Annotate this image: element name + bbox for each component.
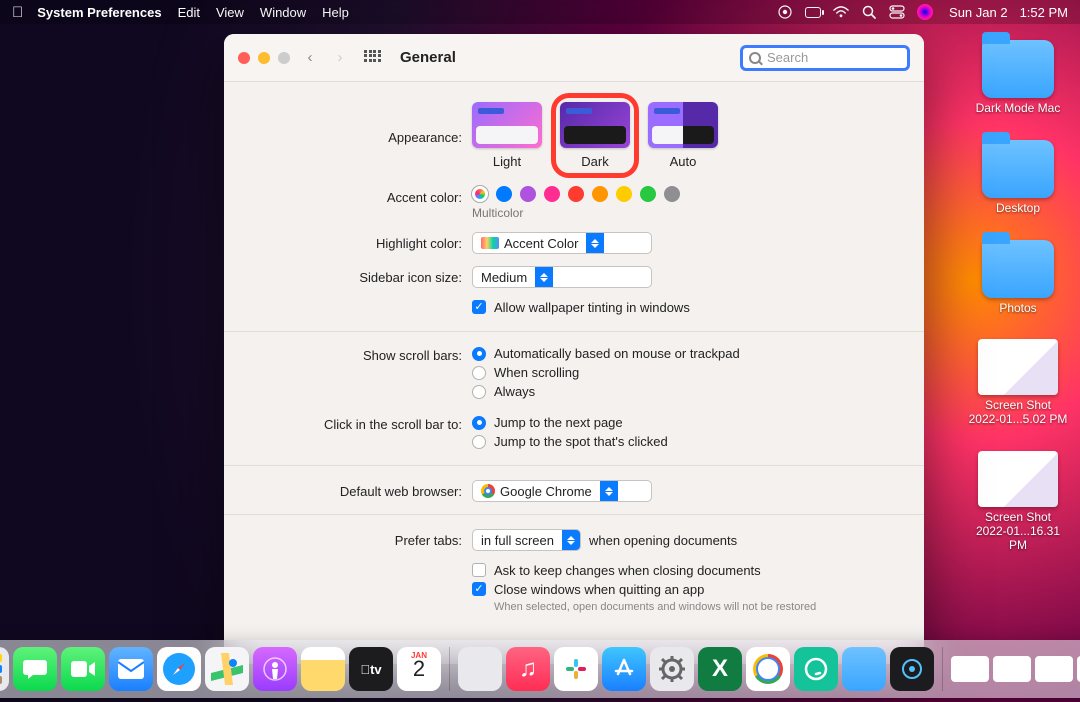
apple-menu[interactable]:  xyxy=(12,4,23,21)
ask-keep-checkbox[interactable]: Ask to keep changes when closing documen… xyxy=(472,563,906,578)
click-scrollbar-label: Click in the scroll bar to: xyxy=(242,415,472,432)
browser-select[interactable]: Google Chrome xyxy=(472,480,652,502)
dock-minimized-window[interactable] xyxy=(993,656,1031,682)
menu-window[interactable]: Window xyxy=(260,5,306,20)
tabs-select[interactable]: in full screen xyxy=(472,529,581,551)
click-next-page[interactable]: Jump to the next page xyxy=(472,415,906,430)
dock-safari[interactable] xyxy=(157,647,201,691)
desktop-folder[interactable]: Desktop xyxy=(968,140,1068,216)
menubar:  System Preferences Edit View Window He… xyxy=(0,0,1080,24)
dock-music[interactable]: ♫ xyxy=(506,647,550,691)
dock-notes[interactable] xyxy=(301,647,345,691)
dock-maps[interactable] xyxy=(205,647,249,691)
accent-caption: Multicolor xyxy=(472,206,906,220)
screen-record-icon[interactable] xyxy=(777,4,793,20)
scrollbars-label: Show scroll bars: xyxy=(242,346,472,363)
accent-purple[interactable] xyxy=(520,186,536,202)
accent-yellow[interactable] xyxy=(616,186,632,202)
accent-multicolor[interactable] xyxy=(472,186,488,202)
highlight-select[interactable]: Accent Color xyxy=(472,232,652,254)
accent-pink[interactable] xyxy=(544,186,560,202)
appearance-dark-highlight: Dark xyxy=(551,93,639,178)
sidebar-size-select[interactable]: Medium xyxy=(472,266,652,288)
general-pane: Appearance: Light Dark Auto xyxy=(224,82,924,664)
dock: tv JAN2 ♫ X 🗑️ xyxy=(0,640,1080,698)
menubar-date[interactable]: Sun Jan 2 xyxy=(949,5,1008,20)
chrome-icon xyxy=(481,484,495,498)
browser-label: Default web browser: xyxy=(242,480,472,499)
tabs-suffix: when opening documents xyxy=(589,533,737,548)
dock-minimized-window[interactable] xyxy=(1035,656,1073,682)
app-menu[interactable]: System Preferences xyxy=(37,5,161,20)
menu-view[interactable]: View xyxy=(216,5,244,20)
back-button[interactable]: ‹ xyxy=(300,48,320,68)
close-windows-hint: When selected, open documents and window… xyxy=(494,601,906,613)
wallpaper-tint-checkbox[interactable]: Allow wallpaper tinting in windows xyxy=(472,300,906,315)
appearance-label: Appearance: xyxy=(242,102,472,145)
menu-help[interactable]: Help xyxy=(322,5,349,20)
dock-messages[interactable] xyxy=(13,647,57,691)
desktop-folder[interactable]: Dark Mode Mac xyxy=(968,40,1068,116)
accent-orange[interactable] xyxy=(592,186,608,202)
dock-podcasts[interactable] xyxy=(253,647,297,691)
scrollbars-always[interactable]: Always xyxy=(472,384,906,399)
appearance-dark[interactable]: Dark xyxy=(560,102,630,169)
menu-edit[interactable]: Edit xyxy=(178,5,200,20)
accent-label: Accent color: xyxy=(242,186,472,205)
scrollbars-auto[interactable]: Automatically based on mouse or trackpad xyxy=(472,346,906,361)
appearance-auto[interactable]: Auto xyxy=(648,102,718,174)
dock-minimized-window[interactable] xyxy=(951,656,989,682)
dock-app-dark[interactable] xyxy=(890,647,934,691)
battery-icon[interactable] xyxy=(805,4,821,20)
dock-slack[interactable] xyxy=(554,647,598,691)
dock-mail[interactable] xyxy=(109,647,153,691)
accent-red[interactable] xyxy=(568,186,584,202)
accent-blue[interactable] xyxy=(496,186,512,202)
close-button[interactable] xyxy=(238,52,250,64)
search-placeholder: Search xyxy=(767,50,901,65)
status-area: Sun Jan 2 1:52 PM xyxy=(777,4,1068,20)
menubar-time[interactable]: 1:52 PM xyxy=(1020,5,1068,20)
dock-grammarly[interactable] xyxy=(794,647,838,691)
dock-appstore[interactable] xyxy=(602,647,646,691)
control-center-icon[interactable] xyxy=(889,4,905,20)
dock-downloads[interactable] xyxy=(842,647,886,691)
accent-green[interactable] xyxy=(640,186,656,202)
sidebar-size-label: Sidebar icon size: xyxy=(242,266,472,285)
dock-system-preferences[interactable] xyxy=(650,647,694,691)
dock-tv[interactable]: tv xyxy=(349,647,393,691)
dock-excel[interactable]: X xyxy=(698,647,742,691)
click-spot[interactable]: Jump to the spot that's clicked xyxy=(472,434,906,449)
close-windows-checkbox[interactable]: Close windows when quitting an app xyxy=(472,582,906,597)
desktop-file[interactable]: Screen Shot 2022-01...16.31 PM xyxy=(968,451,1068,552)
search-icon xyxy=(749,52,761,64)
system-preferences-window: ‹ › General Search Appearance: Light xyxy=(224,34,924,664)
siri-icon[interactable] xyxy=(917,4,933,20)
forward-button[interactable]: › xyxy=(330,48,350,68)
show-all-button[interactable] xyxy=(364,50,380,66)
window-title: General xyxy=(400,49,456,66)
minimize-button[interactable] xyxy=(258,52,270,64)
search-field[interactable]: Search xyxy=(740,45,910,71)
dock-calendar[interactable]: JAN2 xyxy=(397,647,441,691)
desktop-folder[interactable]: Photos xyxy=(968,240,1068,316)
dock-recent-1[interactable] xyxy=(458,647,502,691)
spotlight-icon[interactable] xyxy=(861,4,877,20)
scrollbars-when-scrolling[interactable]: When scrolling xyxy=(472,365,906,380)
titlebar: ‹ › General Search xyxy=(224,34,924,82)
accent-graphite[interactable] xyxy=(664,186,680,202)
dock-launchpad[interactable] xyxy=(0,647,9,691)
wifi-icon[interactable] xyxy=(833,4,849,20)
tabs-label: Prefer tabs: xyxy=(242,529,472,548)
dock-facetime[interactable] xyxy=(61,647,105,691)
maximize-button[interactable] xyxy=(278,52,290,64)
appearance-light[interactable]: Light xyxy=(472,102,542,174)
desktop-icons: Dark Mode Mac Desktop Photos Screen Shot… xyxy=(968,40,1068,552)
highlight-label: Highlight color: xyxy=(242,232,472,251)
desktop-file[interactable]: Screen Shot 2022-01...5.02 PM xyxy=(968,339,1068,427)
dock-chrome[interactable] xyxy=(746,647,790,691)
